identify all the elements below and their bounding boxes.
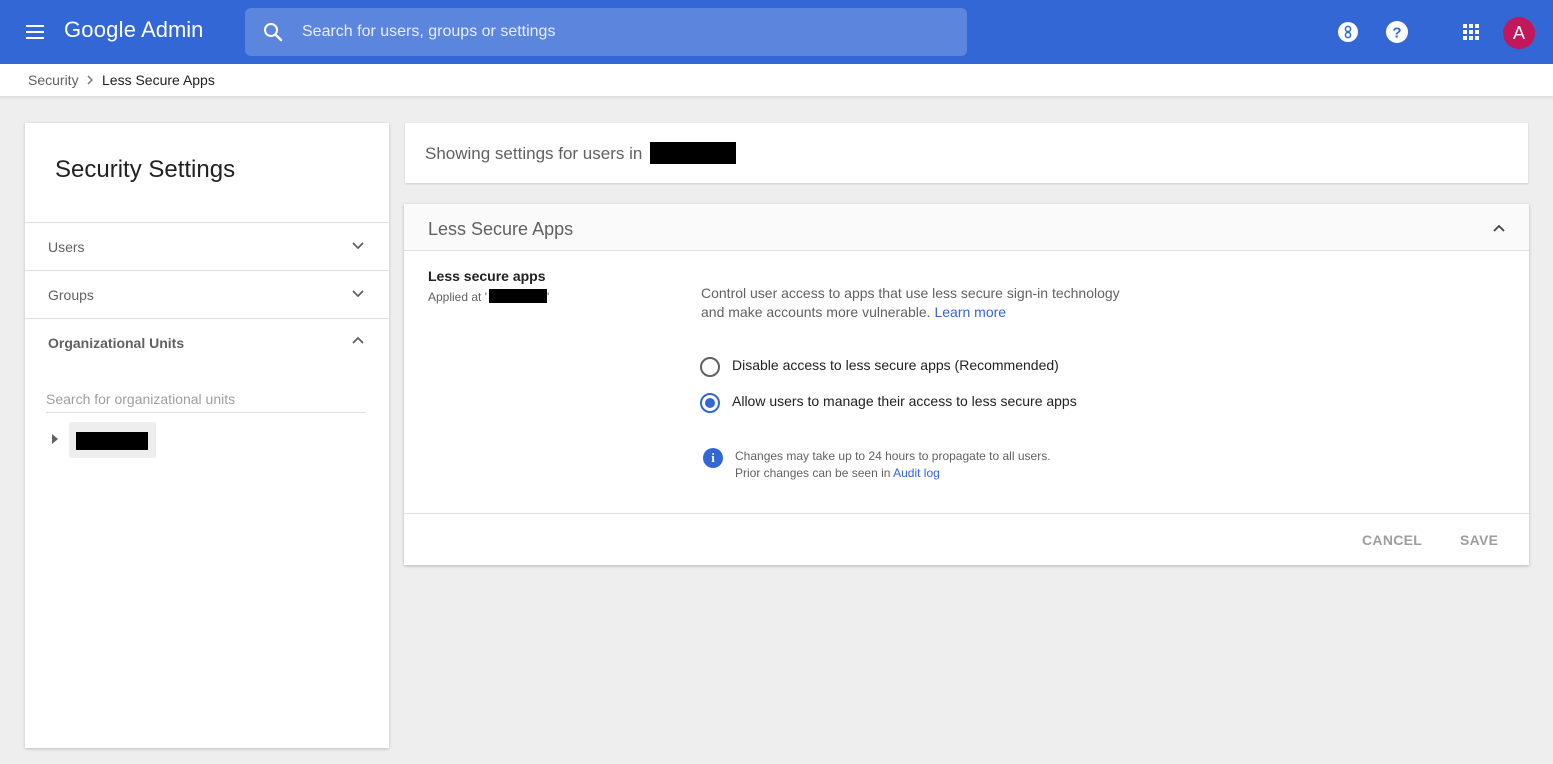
redacted-org-name [650, 142, 736, 164]
setting-name: Less secure apps [428, 268, 546, 284]
radio-button-unchecked[interactable] [700, 357, 720, 377]
info-note-line2-text: Prior changes can be seen in [735, 466, 891, 480]
applied-at-prefix: Applied at ' [428, 290, 487, 304]
sidebar-item-organizational-units[interactable]: Organizational Units [25, 318, 389, 366]
sidebar-item-label: Groups [48, 287, 94, 303]
section-title: Less Secure Apps [428, 219, 574, 239]
sidebar-item-label: Organizational Units [48, 335, 185, 351]
applied-at-text: Applied at ' ' [428, 289, 549, 304]
learn-more-link[interactable]: Learn more [934, 304, 1006, 320]
google-admin-logo[interactable]: Google Admin [64, 17, 203, 43]
help-icon[interactable]: ? [1383, 18, 1411, 46]
search-icon[interactable] [261, 20, 285, 44]
redacted-applied-at [489, 289, 547, 303]
sidebar-item-groups[interactable]: Groups [25, 270, 389, 318]
logo-google-text: Google [64, 17, 137, 42]
breadcrumb: Security Less Secure Apps [0, 64, 1553, 97]
breadcrumb-security-link[interactable]: Security [28, 72, 79, 88]
info-icon: i [703, 448, 723, 468]
radio-button-checked[interactable] [700, 393, 720, 413]
radio-label: Disable access to less secure apps (Reco… [732, 357, 1059, 373]
radio-label: Allow users to manage their access to le… [732, 393, 1077, 409]
search-bar[interactable] [245, 8, 967, 56]
less-secure-apps-card: Less Secure Apps Less secure apps Applie… [404, 204, 1529, 565]
breadcrumb-current: Less Secure Apps [102, 72, 215, 88]
showing-settings-text: Showing settings for users in [425, 144, 643, 163]
cancel-button[interactable]: CANCEL [1362, 532, 1422, 548]
search-input[interactable] [302, 8, 952, 56]
showing-settings-card: Showing settings for users in [405, 123, 1528, 183]
menu-icon[interactable] [20, 20, 52, 44]
chevron-up-icon[interactable] [1492, 221, 1506, 235]
svg-text:?: ? [1392, 25, 1401, 42]
setting-description: Control user access to apps that use les… [701, 284, 1121, 322]
expand-arrow-icon[interactable] [52, 434, 58, 444]
save-button[interactable]: SAVE [1460, 532, 1498, 548]
logo-admin-text: Admin [141, 17, 204, 42]
chevron-right-icon [87, 75, 93, 85]
applied-at-suffix: ' [547, 290, 550, 304]
ou-tree-root-item[interactable] [69, 422, 156, 458]
avatar[interactable]: A [1503, 17, 1535, 49]
audit-log-link[interactable]: Audit log [893, 466, 940, 480]
top-app-bar: Google Admin ? A [0, 0, 1553, 64]
info-note: Changes may take up to 24 hours to propa… [735, 448, 1051, 482]
card-footer: CANCEL SAVE [404, 513, 1529, 565]
chevron-down-icon[interactable] [351, 287, 365, 301]
sidebar-title: Security Settings [55, 156, 236, 183]
ou-search-input[interactable] [46, 385, 366, 413]
chevron-up-icon[interactable] [351, 333, 365, 347]
setting-description-text: Control user access to apps that use les… [701, 285, 1120, 320]
sidebar-item-label: Users [48, 239, 85, 255]
redacted-ou-name [76, 432, 148, 450]
info-note-line1: Changes may take up to 24 hours to propa… [735, 449, 1051, 463]
apps-grid-icon[interactable] [1457, 18, 1485, 46]
support-badge-icon[interactable] [1334, 18, 1362, 46]
security-settings-sidebar: Security Settings Users Groups Organizat… [25, 123, 389, 748]
chevron-down-icon[interactable] [351, 239, 365, 253]
sidebar-item-users[interactable]: Users [25, 222, 389, 270]
section-header[interactable]: Less Secure Apps [404, 204, 1529, 251]
info-note-line2: Prior changes can be seen in Audit log [735, 465, 1051, 482]
